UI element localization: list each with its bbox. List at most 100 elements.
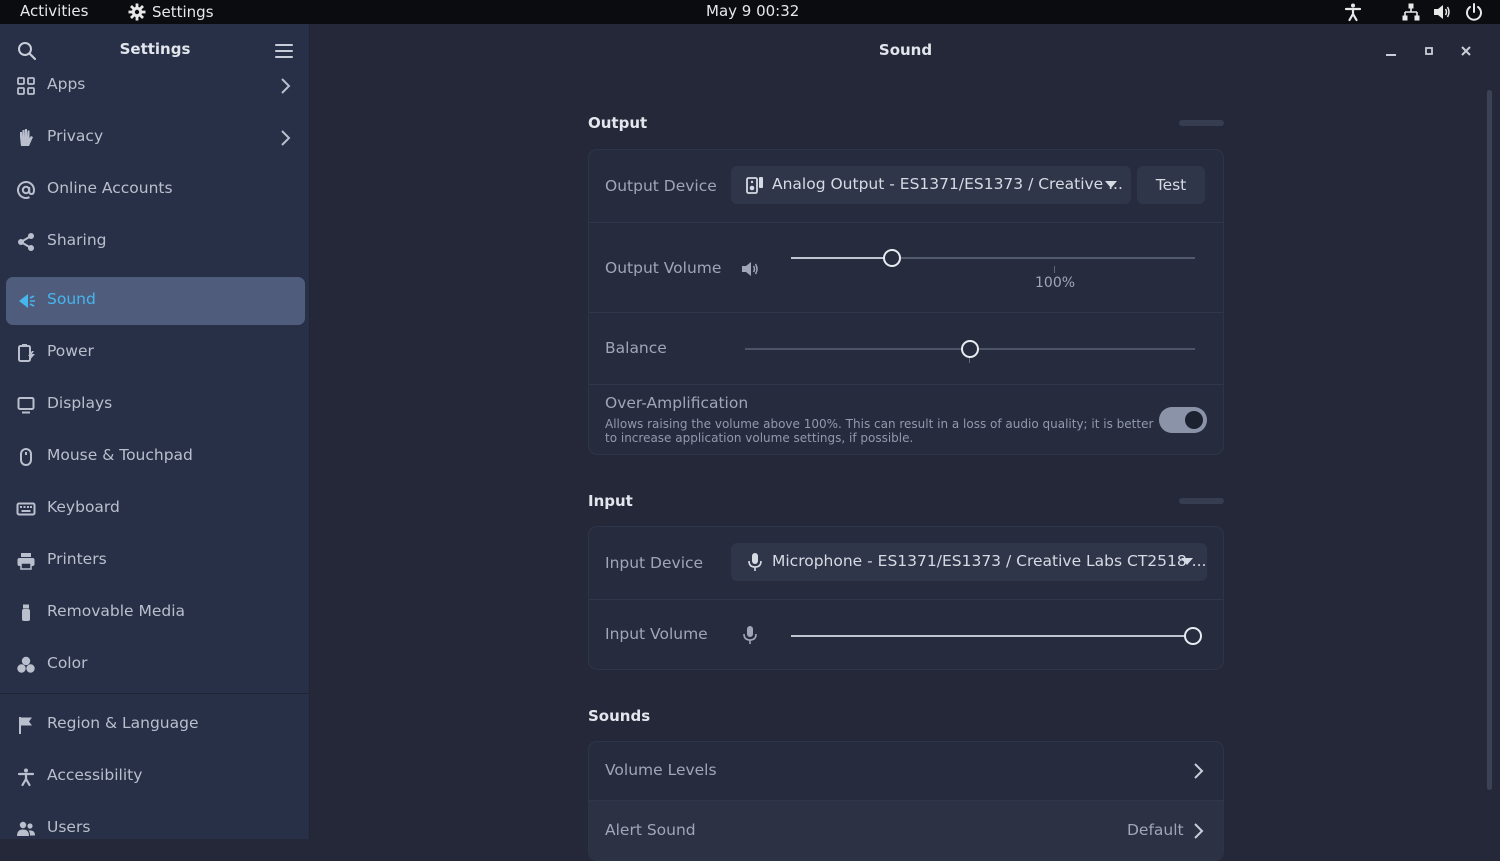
sidebar-item-power[interactable]: Power bbox=[6, 329, 305, 377]
input-volume-fill bbox=[791, 635, 1193, 637]
sidebar-item-label: Removable Media bbox=[47, 602, 186, 620]
over-amplification-description: Allows raising the volume above 100%. Th… bbox=[605, 417, 1154, 445]
chevron-right-icon bbox=[1194, 763, 1204, 779]
sounds-card: Volume Levels Alert Sound Default bbox=[588, 741, 1224, 861]
share-icon bbox=[18, 233, 34, 251]
color-icon bbox=[17, 656, 35, 673]
alert-sound-value: Default bbox=[1127, 821, 1184, 839]
sidebar-item-label: Mouse & Touchpad bbox=[47, 446, 193, 464]
over-amplification-row: Over-Amplification Allows raising the vo… bbox=[589, 384, 1223, 454]
hamburger-menu-icon[interactable] bbox=[274, 42, 294, 60]
close-icon[interactable] bbox=[1459, 44, 1473, 58]
minimize-icon[interactable] bbox=[1384, 44, 1398, 58]
sidebar-title: Settings bbox=[119, 40, 191, 58]
output-volume-knob[interactable] bbox=[883, 249, 901, 267]
output-volume-slider[interactable] bbox=[791, 249, 1195, 267]
input-card: Input Device Microphone - ES1371/ES1373 … bbox=[588, 526, 1224, 670]
sidebar-item-sharing[interactable]: Sharing bbox=[6, 218, 305, 266]
chevron-right-icon bbox=[281, 78, 291, 94]
over-amplification-label: Over-Amplification bbox=[605, 394, 749, 412]
activities-button[interactable]: Activities bbox=[20, 0, 88, 24]
battery-icon bbox=[18, 344, 35, 362]
input-device-dropdown[interactable]: Microphone - ES1371/ES1373 / Creative La… bbox=[731, 543, 1207, 581]
sidebar-item-sound[interactable]: Sound bbox=[6, 277, 305, 325]
printer-icon bbox=[17, 553, 35, 570]
sidebar-item-printers[interactable]: Printers bbox=[6, 537, 305, 585]
sidebar-item-users[interactable]: Users bbox=[6, 805, 305, 839]
output-section-title: Output bbox=[588, 114, 648, 132]
balance-knob[interactable] bbox=[961, 340, 979, 358]
sidebar-item-apps[interactable]: Apps bbox=[6, 62, 305, 110]
app-name: Settings bbox=[152, 3, 214, 21]
usb-icon bbox=[22, 604, 30, 621]
sidebar-item-label: Online Accounts bbox=[47, 179, 173, 197]
input-volume-label: Input Volume bbox=[605, 625, 708, 643]
balance-row: Balance bbox=[589, 312, 1223, 384]
sidebar-item-color[interactable]: Color bbox=[6, 641, 305, 689]
power-icon[interactable] bbox=[1464, 2, 1484, 22]
speaker-device-icon bbox=[746, 177, 763, 194]
output-volume-row: Output Volume 100% bbox=[589, 222, 1223, 312]
sidebar-item-region-language[interactable]: Region & Language bbox=[6, 701, 305, 749]
accessibility-icon[interactable] bbox=[1343, 2, 1363, 22]
app-menu[interactable]: Settings bbox=[128, 0, 214, 24]
sidebar-item-label: Apps bbox=[47, 75, 86, 93]
sidebar-item-mouse-touchpad[interactable]: Mouse & Touchpad bbox=[6, 433, 305, 481]
chevron-right-icon bbox=[281, 130, 291, 146]
hand-icon bbox=[20, 129, 33, 146]
sidebar-item-displays[interactable]: Displays bbox=[6, 381, 305, 429]
at-icon bbox=[17, 181, 36, 199]
maximize-icon[interactable] bbox=[1422, 44, 1436, 58]
sounds-section-title: Sounds bbox=[588, 707, 651, 725]
over-amplification-toggle[interactable] bbox=[1159, 407, 1207, 433]
gear-icon bbox=[128, 3, 146, 21]
volume-icon[interactable] bbox=[1432, 2, 1452, 22]
users-icon bbox=[17, 821, 35, 836]
input-device-row: Input Device Microphone - ES1371/ES1373 … bbox=[589, 527, 1223, 599]
input-volume-slider[interactable] bbox=[791, 627, 1202, 645]
sidebar: Settings Apps Privacy Online Accounts Sh… bbox=[0, 24, 310, 839]
clock[interactable]: May 9 00:32 bbox=[706, 0, 799, 24]
volume-levels-label: Volume Levels bbox=[605, 761, 717, 779]
balance-label: Balance bbox=[605, 339, 667, 357]
volume-levels-row[interactable]: Volume Levels bbox=[589, 742, 1223, 800]
sidebar-item-label: Privacy bbox=[47, 127, 104, 145]
microphone-icon bbox=[743, 626, 757, 644]
input-section-title: Input bbox=[588, 492, 633, 510]
dropdown-arrow-icon bbox=[1105, 181, 1117, 188]
sidebar-item-keyboard[interactable]: Keyboard bbox=[6, 485, 305, 533]
accessibility-icon bbox=[17, 768, 35, 787]
output-card: Output Device Analog Output - ES1371/ES1… bbox=[588, 149, 1224, 455]
mouse-icon bbox=[20, 448, 32, 466]
output-device-label: Output Device bbox=[605, 177, 717, 195]
sidebar-item-label: Sound bbox=[47, 290, 96, 308]
balance-slider[interactable] bbox=[745, 340, 1195, 358]
output-volume-fill bbox=[791, 257, 892, 259]
sidebar-item-online-accounts[interactable]: Online Accounts bbox=[6, 166, 305, 214]
sidebar-item-accessibility[interactable]: Accessibility bbox=[6, 753, 305, 801]
dropdown-arrow-icon bbox=[1181, 558, 1193, 565]
flag-icon bbox=[19, 717, 32, 734]
input-volume-knob[interactable] bbox=[1184, 627, 1202, 645]
output-section-handle bbox=[1179, 120, 1224, 126]
test-button[interactable]: Test bbox=[1137, 166, 1205, 204]
volume-speaker-icon bbox=[742, 262, 758, 276]
network-icon[interactable] bbox=[1401, 2, 1421, 22]
sidebar-item-privacy[interactable]: Privacy bbox=[6, 114, 305, 162]
input-device-value: Microphone - ES1371/ES1373 / Creative La… bbox=[772, 552, 1207, 570]
input-device-label: Input Device bbox=[605, 554, 704, 572]
sidebar-item-label: Displays bbox=[47, 394, 113, 412]
sidebar-separator bbox=[0, 693, 309, 694]
scrollbar[interactable] bbox=[1487, 90, 1492, 790]
output-volume-label: Output Volume bbox=[605, 259, 722, 277]
input-section-handle bbox=[1179, 498, 1224, 504]
monitor-icon bbox=[17, 397, 35, 414]
sidebar-item-removable-media[interactable]: Removable Media bbox=[6, 589, 305, 637]
sidebar-item-label: Keyboard bbox=[47, 498, 120, 516]
output-device-value: Analog Output - ES1371/ES1373 / Creative… bbox=[772, 175, 1123, 193]
toggle-knob bbox=[1185, 411, 1203, 429]
window-title: Sound bbox=[878, 41, 933, 59]
volume-100-label: 100% bbox=[1035, 275, 1076, 291]
output-device-dropdown[interactable]: Analog Output - ES1371/ES1373 / Creative… bbox=[731, 166, 1131, 204]
alert-sound-row[interactable]: Alert Sound Default bbox=[589, 800, 1223, 860]
